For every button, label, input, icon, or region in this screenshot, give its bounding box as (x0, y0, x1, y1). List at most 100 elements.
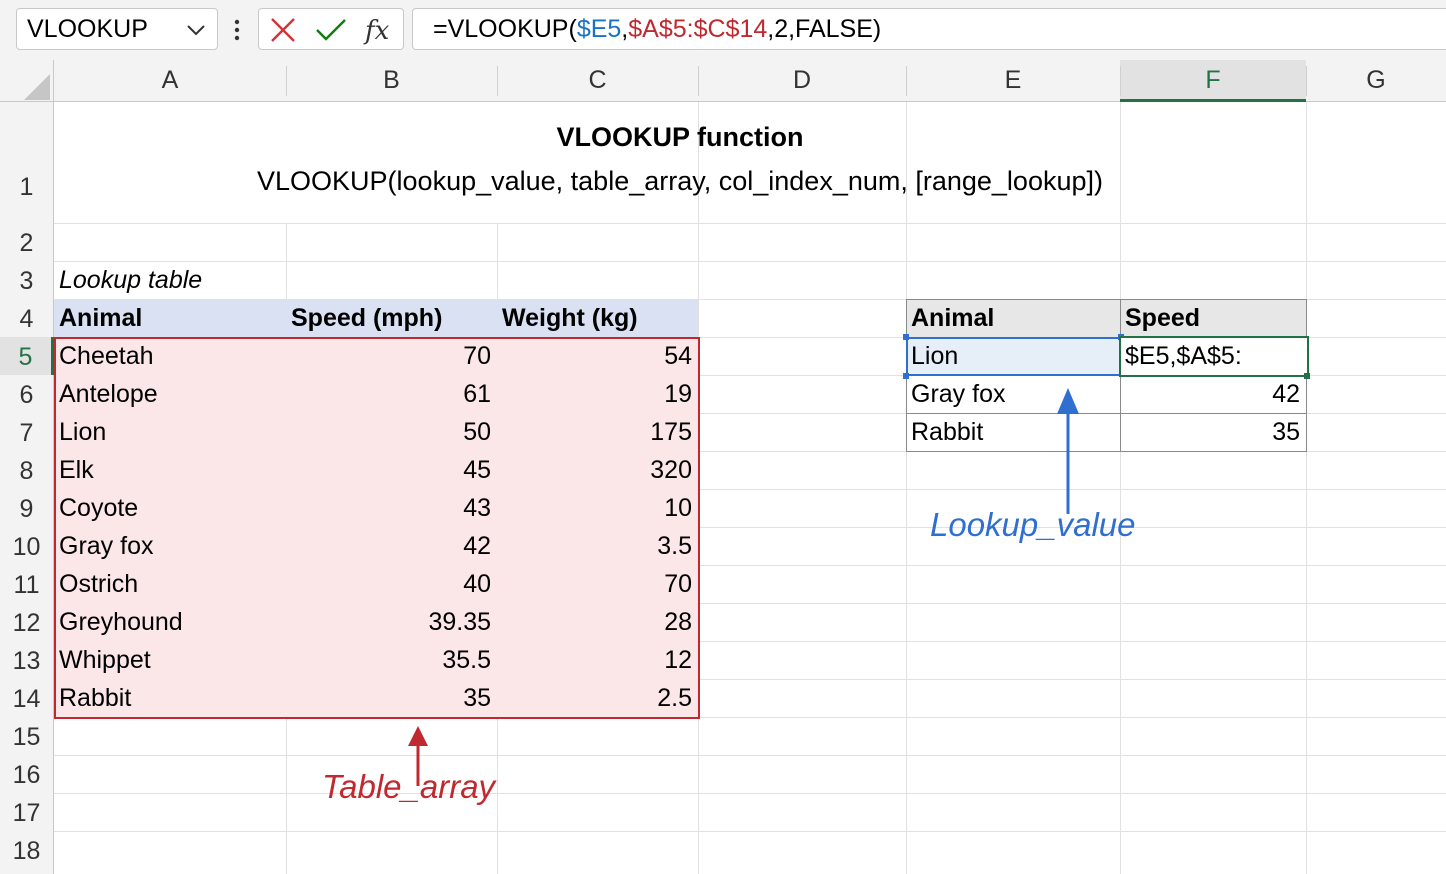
result-row-speed[interactable]: 42 (1120, 376, 1306, 414)
lookup-header-weight[interactable]: Weight (kg) (497, 300, 698, 338)
lookup-row-animal[interactable]: Gray fox (54, 528, 286, 566)
enter-check-icon[interactable] (315, 17, 347, 43)
lookup-row-weight[interactable]: 2.5 (497, 680, 698, 718)
lookup-row-animal[interactable]: Elk (54, 452, 286, 490)
column-header-d[interactable]: D (698, 60, 906, 102)
lookup-row-animal[interactable]: Antelope (54, 376, 286, 414)
result-header-animal[interactable]: Animal (906, 300, 1120, 338)
row-header-10[interactable]: 10 (0, 527, 54, 565)
row-header-14[interactable]: 14 (0, 679, 54, 717)
row-header-6[interactable]: 6 (0, 375, 54, 413)
lookup-value-arrow (1057, 388, 1079, 514)
lookup-header-animal[interactable]: Animal (54, 300, 286, 338)
result-row-animal[interactable]: Rabbit (906, 414, 1120, 452)
col-sep (698, 66, 699, 96)
formula-ref-lookup-value: $E5 (576, 15, 622, 43)
sheet-title: VLOOKUP function (556, 122, 804, 152)
lookup-row-weight[interactable]: 175 (497, 414, 698, 452)
lookup-row-animal[interactable]: Coyote (54, 490, 286, 528)
lookup-row-speed[interactable]: 70 (286, 338, 497, 376)
name-box-value: VLOOKUP (27, 15, 148, 43)
lookup-row-speed[interactable]: 35 (286, 680, 497, 718)
lookup-row-animal[interactable]: Lion (54, 414, 286, 452)
lookup-row-animal[interactable]: Cheetah (54, 338, 286, 376)
lookup-row-weight[interactable]: 12 (497, 642, 698, 680)
column-header-a[interactable]: A (54, 60, 286, 102)
lookup-row-speed[interactable]: 39.35 (286, 604, 497, 642)
column-header-f[interactable]: F (1120, 60, 1306, 102)
gridline (906, 102, 907, 874)
lookup-row-weight[interactable]: 320 (497, 452, 698, 490)
column-header-e[interactable]: E (906, 60, 1120, 102)
lookup-row-weight[interactable]: 54 (497, 338, 698, 376)
chevron-down-icon[interactable] (185, 19, 207, 41)
lookup-row-animal[interactable]: Greyhound (54, 604, 286, 642)
column-header-g[interactable]: G (1306, 60, 1446, 102)
name-box[interactable]: VLOOKUP (16, 8, 218, 50)
gridline (54, 755, 1446, 756)
row-header-17[interactable]: 17 (0, 793, 54, 831)
row-header-12[interactable]: 12 (0, 603, 54, 641)
col-sep (497, 66, 498, 96)
result-row-animal[interactable]: Lion (906, 338, 1120, 376)
lookup-row-weight[interactable]: 19 (497, 376, 698, 414)
sheet-syntax: VLOOKUP(lookup_value, table_array, col_i… (257, 166, 1103, 196)
lookup-row-speed[interactable]: 35.5 (286, 642, 497, 680)
row-header-11[interactable]: 11 (0, 565, 54, 603)
row-header-1[interactable]: 1 (0, 102, 54, 223)
lookup-header-speed[interactable]: Speed (mph) (286, 300, 497, 338)
column-header-c[interactable]: C (497, 60, 698, 102)
gridline (1120, 102, 1121, 874)
formula-input[interactable]: =VLOOKUP($E5,$A$5:$C$14,2,FALSE) (412, 8, 1446, 50)
col-sep (906, 66, 907, 96)
lookup-table-caption: Lookup table (59, 266, 203, 294)
svg-text:fx: fx (363, 16, 390, 46)
gridline (54, 223, 1446, 224)
row-header-5[interactable]: 5 (0, 337, 54, 375)
lookup-value-annotation: Lookup_value (930, 506, 1136, 543)
formula-toolbar: VLOOKUP fx =VLOOKUP($E5,$A$5:$C$14,2,FAL… (0, 0, 1446, 60)
col-sep (286, 66, 287, 96)
lookup-row-speed[interactable]: 43 (286, 490, 497, 528)
lookup-row-animal[interactable]: Rabbit (54, 680, 286, 718)
lookup-row-speed[interactable]: 61 (286, 376, 497, 414)
worksheet-grid: A B C D E F G 1 2 3 4 5 6 7 8 9 10 11 12… (0, 60, 1446, 874)
row-header-7[interactable]: 7 (0, 413, 54, 451)
gridline (54, 831, 1446, 832)
lookup-row-speed[interactable]: 42 (286, 528, 497, 566)
formula-suffix: ,2,FALSE) (767, 15, 882, 43)
select-all-corner[interactable] (0, 60, 54, 102)
cancel-icon[interactable] (269, 17, 297, 43)
row-header-15[interactable]: 15 (0, 717, 54, 755)
select-all-triangle-icon[interactable] (24, 74, 50, 100)
row-header-8[interactable]: 8 (0, 451, 54, 489)
lookup-row-speed[interactable]: 40 (286, 566, 497, 604)
result-row-speed[interactable]: 35 (1120, 414, 1306, 452)
row-header-2[interactable]: 2 (0, 223, 54, 261)
more-options-icon[interactable] (230, 10, 244, 50)
insert-function-icon[interactable]: fx (363, 14, 397, 46)
row-header-9[interactable]: 9 (0, 489, 54, 527)
row-header-18[interactable]: 18 (0, 831, 54, 874)
lookup-row-weight[interactable]: 10 (497, 490, 698, 528)
row-header-4[interactable]: 4 (0, 299, 54, 337)
lookup-row-animal[interactable]: Ostrich (54, 566, 286, 604)
lookup-row-weight[interactable]: 28 (497, 604, 698, 642)
formula-prefix: =VLOOKUP( (433, 15, 577, 43)
column-header-b[interactable]: B (286, 60, 497, 102)
lookup-row-weight[interactable]: 3.5 (497, 528, 698, 566)
lookup-row-weight[interactable]: 70 (497, 566, 698, 604)
active-cell-edit-text[interactable]: $E5,$A$5: (1120, 338, 1306, 376)
row-header-16[interactable]: 16 (0, 755, 54, 793)
table-array-annotation: Table_array (322, 768, 496, 805)
formula-buttons: fx (258, 8, 404, 50)
result-row-animal[interactable]: Gray fox (906, 376, 1120, 414)
result-header-speed[interactable]: Speed (1120, 300, 1306, 338)
row-header-3[interactable]: 3 (0, 261, 54, 299)
lookup-row-speed[interactable]: 50 (286, 414, 497, 452)
row-header-13[interactable]: 13 (0, 641, 54, 679)
col-sep (1306, 66, 1307, 96)
lookup-row-animal[interactable]: Whippet (54, 642, 286, 680)
lookup-row-speed[interactable]: 45 (286, 452, 497, 490)
gridline (1306, 102, 1307, 874)
